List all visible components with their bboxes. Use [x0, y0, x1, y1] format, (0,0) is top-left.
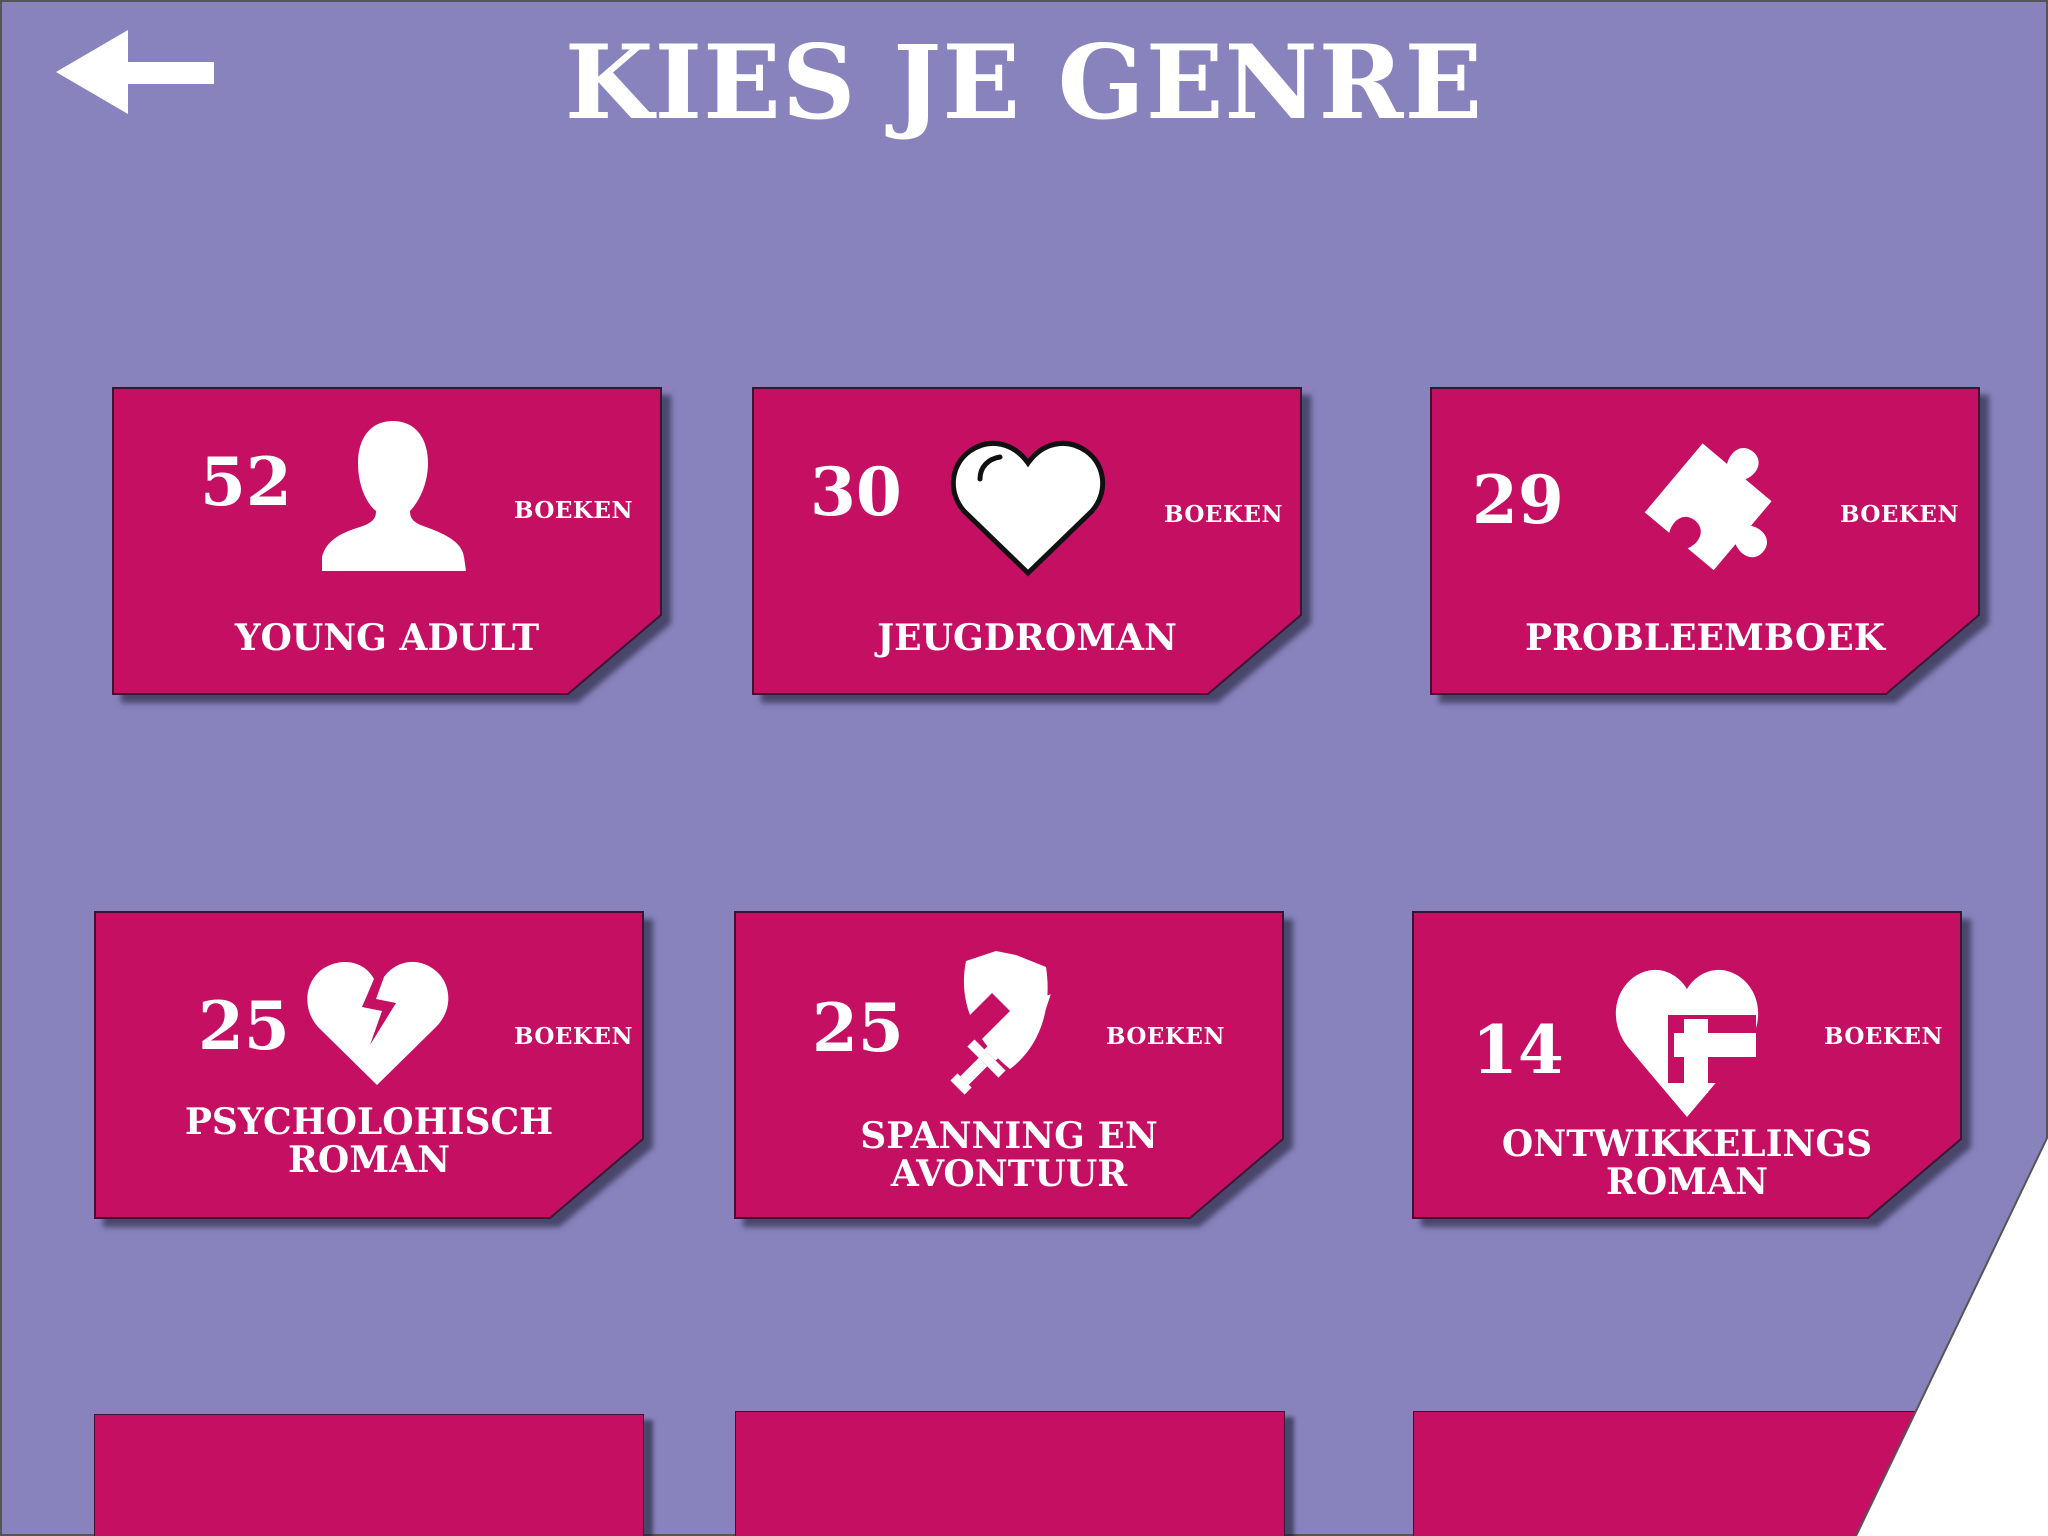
genre-name-line: ROMAN [288, 1139, 450, 1181]
person-silhouette-icon [322, 421, 466, 571]
genre-card-partial[interactable] [735, 1411, 1285, 1536]
sword-shield-icon [950, 951, 1051, 1095]
books-label: BOEKEN [514, 1023, 633, 1050]
book-count: 30 [810, 453, 902, 531]
broken-heart-icon [307, 961, 449, 1085]
genre-card-probleemboek[interactable]: 29 BOEKEN PROBLEEMBOEK [1430, 387, 1980, 695]
genre-name: PSYCHOLOHISCH ROMAN [94, 1103, 644, 1179]
page-curl-corner [1855, 1136, 2048, 1536]
book-count: 25 [198, 987, 290, 1065]
book-count: 25 [812, 989, 904, 1067]
books-label: BOEKEN [514, 497, 633, 524]
genre-card-jeugdroman[interactable]: 30 BOEKEN JEUGDROMAN [752, 387, 1302, 695]
genre-card-partial[interactable] [94, 1414, 644, 1536]
page: KIES JE GENRE 52 BOEKEN YOUNG ADULT 30 B… [0, 0, 2048, 1536]
heart-plus-icon [1615, 969, 1759, 1117]
genre-name: SPANNING EN AVONTUUR [734, 1117, 1284, 1193]
book-count: 29 [1472, 461, 1564, 539]
page-title: KIES JE GENRE [564, 23, 1484, 143]
genre-name-line: YOUNG ADULT [234, 617, 540, 659]
books-label: BOEKEN [1164, 501, 1283, 528]
books-label: BOEKEN [1840, 501, 1959, 528]
genre-name: JEUGDROMAN [752, 619, 1302, 657]
genre-name: PROBLEEMBOEK [1430, 619, 1980, 657]
genre-name-line: JEUGDROMAN [877, 617, 1177, 659]
heart-icon [950, 440, 1106, 577]
genre-name-line: PSYCHOLOHISCH [184, 1101, 554, 1143]
books-label: BOEKEN [1106, 1023, 1225, 1050]
genre-card-psycholohisch-roman[interactable]: 25 BOEKEN PSYCHOLOHISCH ROMAN [94, 911, 644, 1219]
genre-name-line: PROBLEEMBOEK [1525, 617, 1885, 659]
book-count: 52 [200, 443, 292, 521]
genre-card-spanning-en-avontuur[interactable]: 25 BOEKEN SPANNING EN AVONTUUR [734, 911, 1284, 1219]
puzzle-piece-icon [1644, 443, 1772, 571]
genre-name-line: SPANNING EN [860, 1115, 1158, 1157]
genre-name-line: AVONTUUR [890, 1153, 1128, 1195]
genre-name: YOUNG ADULT [112, 619, 662, 657]
genre-card-young-adult[interactable]: 52 BOEKEN YOUNG ADULT [112, 387, 662, 695]
book-count: 14 [1472, 1011, 1564, 1089]
books-label: BOEKEN [1824, 1023, 1943, 1050]
